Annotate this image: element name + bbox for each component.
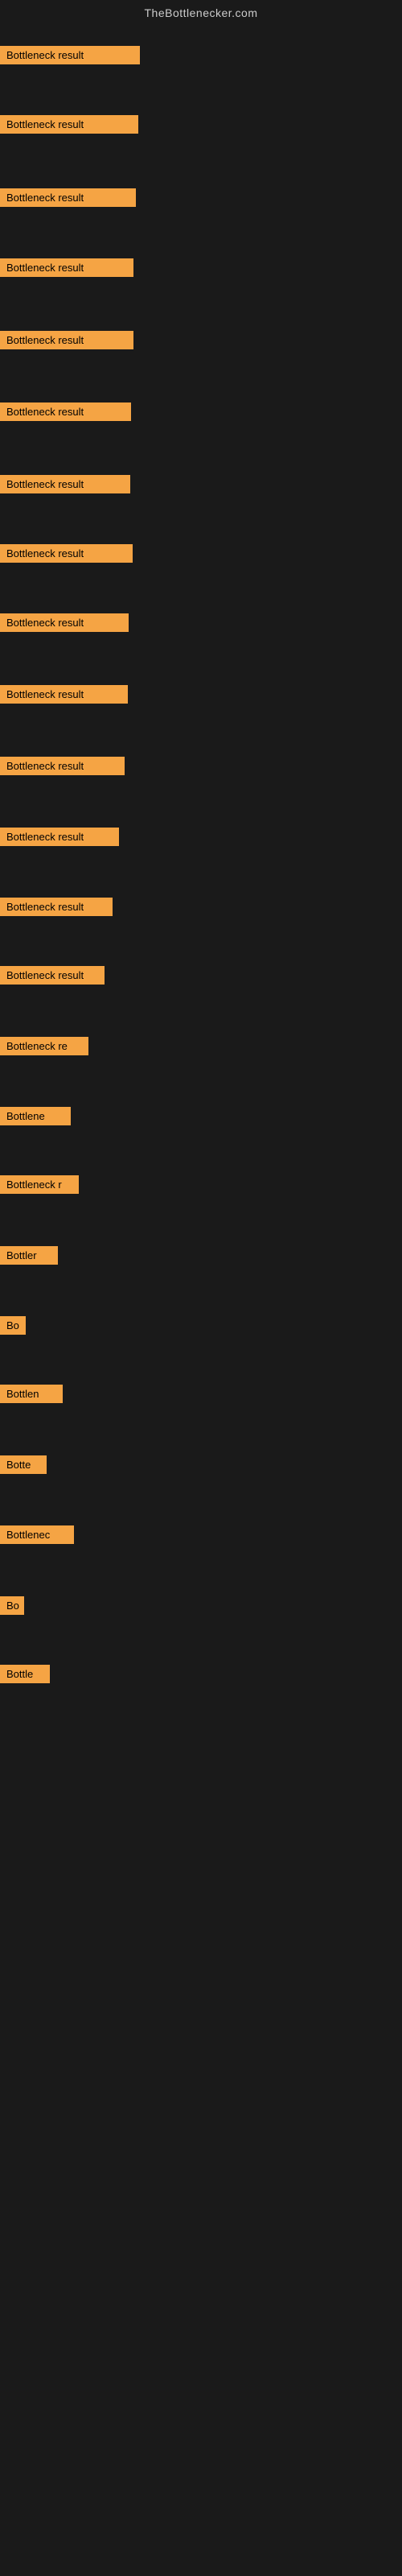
bottleneck-result-item[interactable]: Bottleneck result bbox=[0, 258, 133, 277]
bottleneck-result-item[interactable]: Bo bbox=[0, 1596, 24, 1615]
bottleneck-result-item[interactable]: Bottleneck result bbox=[0, 331, 133, 349]
bottleneck-result-item[interactable]: Bottleneck result bbox=[0, 828, 119, 846]
bottleneck-result-item[interactable]: Bottleneck r bbox=[0, 1175, 79, 1194]
bottleneck-result-item[interactable]: Bottleneck result bbox=[0, 898, 113, 916]
bottleneck-result-item[interactable]: Bottleneck result bbox=[0, 46, 140, 64]
site-title: TheBottlenecker.com bbox=[0, 0, 402, 26]
bottleneck-result-item[interactable]: Bottleneck re bbox=[0, 1037, 88, 1055]
bottleneck-result-item[interactable]: Bottlen bbox=[0, 1385, 63, 1403]
bottleneck-result-item[interactable]: Bottle bbox=[0, 1665, 50, 1683]
bottleneck-result-item[interactable]: Bottler bbox=[0, 1246, 58, 1265]
bottleneck-result-item[interactable]: Bottleneck result bbox=[0, 544, 133, 563]
bottleneck-result-item[interactable]: Bottleneck result bbox=[0, 966, 105, 985]
bottleneck-result-item[interactable]: Bottlenec bbox=[0, 1525, 74, 1544]
bottleneck-result-item[interactable]: Bottleneck result bbox=[0, 757, 125, 775]
bottleneck-result-item[interactable]: Bo bbox=[0, 1316, 26, 1335]
bottleneck-result-item[interactable]: Bottleneck result bbox=[0, 115, 138, 134]
bottleneck-result-item[interactable]: Bottleneck result bbox=[0, 188, 136, 207]
bottleneck-result-item[interactable]: Bottleneck result bbox=[0, 613, 129, 632]
bottleneck-result-item[interactable]: Bottleneck result bbox=[0, 475, 130, 493]
bottleneck-result-item[interactable]: Botte bbox=[0, 1455, 47, 1474]
bottleneck-result-item[interactable]: Bottleneck result bbox=[0, 402, 131, 421]
bottleneck-result-item[interactable]: Bottleneck result bbox=[0, 685, 128, 704]
bottleneck-result-item[interactable]: Bottlene bbox=[0, 1107, 71, 1125]
